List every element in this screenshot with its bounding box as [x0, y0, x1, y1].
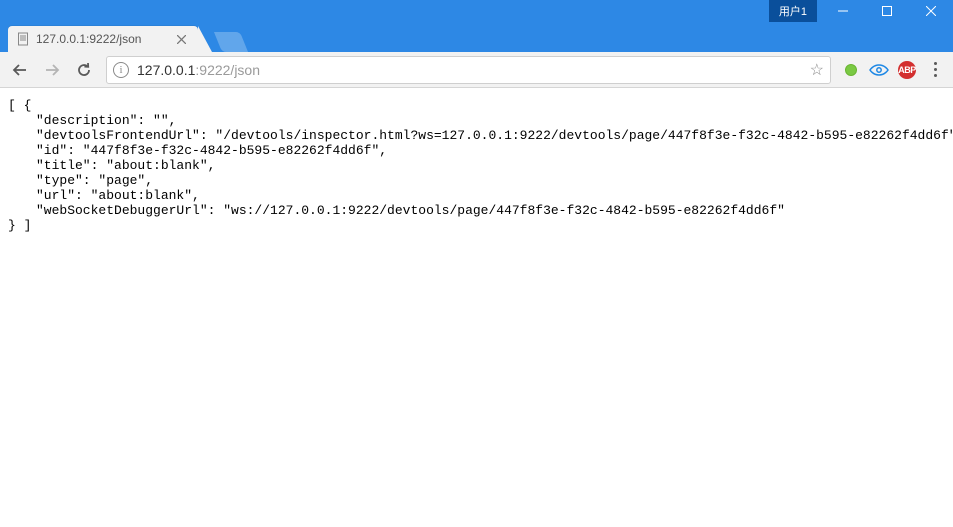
browser-tab[interactable]: 127.0.0.1:9222/json — [8, 26, 198, 52]
minimize-button[interactable] — [821, 0, 865, 22]
page-file-icon — [16, 32, 30, 46]
extension-green-dot[interactable] — [839, 58, 863, 82]
tab-title: 127.0.0.1:9222/json — [36, 32, 168, 46]
kebab-dot-icon — [934, 62, 937, 65]
site-info-icon[interactable]: i — [113, 62, 129, 78]
forward-button — [38, 56, 66, 84]
maximize-icon — [882, 6, 892, 16]
back-arrow-icon — [11, 61, 29, 79]
extension-eye[interactable] — [867, 58, 891, 82]
window-titlebar: 用户1 — [0, 0, 953, 22]
json-line: "webSocketDebuggerUrl": "ws://127.0.0.1:… — [36, 203, 945, 218]
abp-icon: ABP — [898, 61, 916, 79]
kebab-dot-icon — [934, 68, 937, 71]
address-bar[interactable]: i 127.0.0.1:9222/json ☆ — [106, 56, 831, 84]
close-icon — [177, 35, 186, 44]
eye-icon — [869, 63, 889, 77]
reload-icon — [75, 61, 93, 79]
forward-arrow-icon — [43, 61, 61, 79]
json-line: "description": "", — [36, 113, 945, 128]
new-tab-icon — [214, 32, 248, 52]
tab-strip: 127.0.0.1:9222/json — [0, 22, 953, 52]
browser-toolbar: i 127.0.0.1:9222/json ☆ ABP — [0, 52, 953, 88]
minimize-icon — [838, 6, 848, 16]
bookmark-star-icon[interactable]: ☆ — [810, 60, 824, 80]
user-profile-badge[interactable]: 用户1 — [769, 0, 817, 22]
json-line: "type": "page", — [36, 173, 945, 188]
window-controls — [821, 0, 953, 22]
back-button[interactable] — [6, 56, 34, 84]
json-line: "url": "about:blank", — [36, 188, 945, 203]
json-open: [ { — [8, 98, 31, 113]
extension-abp[interactable]: ABP — [895, 58, 919, 82]
maximize-button[interactable] — [865, 0, 909, 22]
url-text: 127.0.0.1:9222/json — [137, 62, 804, 78]
green-dot-icon — [845, 64, 857, 76]
close-button[interactable] — [909, 0, 953, 22]
kebab-dot-icon — [934, 74, 937, 77]
json-close: } ] — [8, 218, 31, 233]
close-icon — [926, 6, 936, 16]
reload-button[interactable] — [70, 56, 98, 84]
json-line: "id": "447f8f3e-f32c-4842-b595-e82262f4d… — [36, 143, 945, 158]
tab-close-button[interactable] — [174, 32, 188, 46]
json-line: "devtoolsFrontendUrl": "/devtools/inspec… — [36, 128, 945, 143]
json-line: "title": "about:blank", — [36, 158, 945, 173]
page-content: [ { "description": "","devtoolsFrontendU… — [0, 88, 953, 527]
tab-edge — [198, 26, 212, 52]
chrome-menu-button[interactable] — [923, 62, 947, 77]
